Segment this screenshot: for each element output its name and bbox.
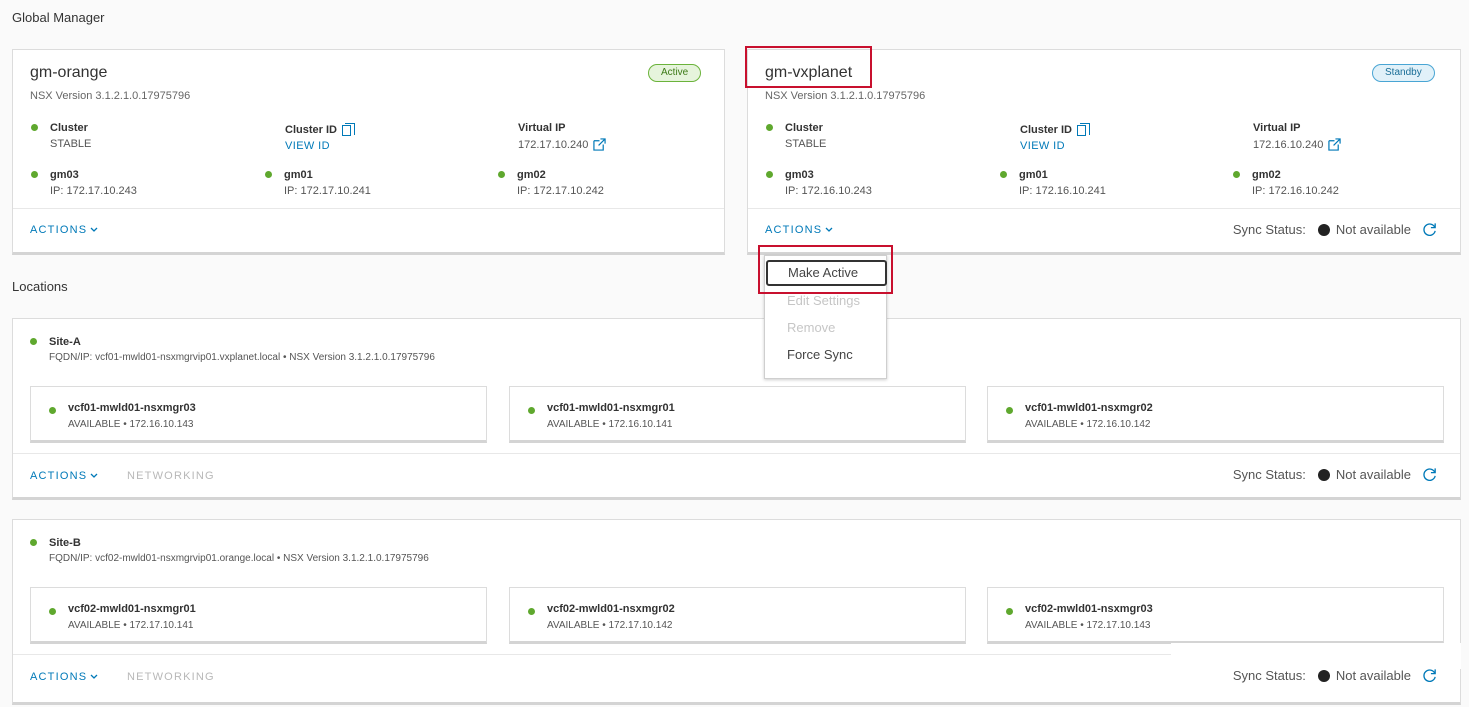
status-dot [30, 539, 37, 546]
divider [748, 208, 1460, 209]
menu-item-edit-settings[interactable]: Edit Settings [787, 293, 860, 308]
node-gm01: gm01 IP: 172.16.10.241 [1000, 169, 1106, 197]
virtual-ip-field: Virtual IP 172.17.10.240 [518, 122, 607, 151]
menu-item-make-active[interactable]: Make Active [766, 260, 887, 286]
nsx-version: NSX Version 3.1.2.1.0.17975796 [765, 90, 926, 102]
virtual-ip-field: Virtual IP 172.16.10.240 [1253, 122, 1342, 151]
chevron-down-icon [825, 227, 833, 232]
networking-tab[interactable]: NETWORKING [127, 470, 215, 482]
node-card: vcf01-mwld01-nsxmgr02 AVAILABLE • 172.16… [987, 386, 1444, 443]
site-name: Site-A [30, 336, 81, 348]
view-id-link[interactable]: VIEW ID [1020, 140, 1086, 152]
status-dot [30, 338, 37, 345]
node-gm03: gm03 IP: 172.16.10.243 [766, 169, 872, 197]
status-dot [1000, 171, 1007, 178]
refresh-icon[interactable] [1421, 466, 1438, 483]
menu-item-remove[interactable]: Remove [787, 320, 835, 335]
refresh-icon[interactable] [1421, 667, 1438, 684]
cluster-id-field: Cluster ID VIEW ID [285, 122, 355, 152]
cluster-field: Cluster STABLE [766, 122, 826, 150]
site-fqdn: FQDN/IP: vcf02-mwld01-nsxmgrvip01.orange… [49, 553, 429, 564]
node-gm01: gm01 IP: 172.17.10.241 [265, 169, 371, 197]
chevron-down-icon [90, 473, 98, 478]
overlay-patch [1171, 643, 1461, 669]
sync-status: Sync Status: Not available [1233, 221, 1438, 238]
status-dot [498, 171, 505, 178]
site-card-b: Site-B FQDN/IP: vcf02-mwld01-nsxmgrvip01… [12, 519, 1461, 705]
menu-item-force-sync[interactable]: Force Sync [787, 347, 853, 362]
status-dot [1006, 407, 1013, 414]
gm-card-orange: gm-orange Active NSX Version 3.1.2.1.0.1… [12, 49, 725, 255]
sync-status: Sync Status: Not available [1233, 466, 1438, 483]
external-link-icon[interactable] [1328, 138, 1342, 151]
gm-name: gm-vxplanet [765, 64, 853, 81]
external-link-icon[interactable] [593, 138, 607, 151]
site-card-a: Site-A FQDN/IP: vcf01-mwld01-nsxmgrvip01… [12, 318, 1461, 500]
sync-status-dot [1317, 669, 1330, 682]
sync-status-dot [1317, 468, 1330, 481]
view-id-link[interactable]: VIEW ID [285, 140, 351, 152]
sync-status: Sync Status: Not available [1233, 667, 1438, 684]
status-dot [1233, 171, 1240, 178]
site-fqdn: FQDN/IP: vcf01-mwld01-nsxmgrvip01.vxplan… [49, 352, 435, 363]
cluster-id-field: Cluster ID VIEW ID [1020, 122, 1090, 152]
site-name: Site-B [30, 537, 81, 549]
status-dot [528, 608, 535, 615]
status-dot [766, 124, 773, 131]
cluster-field: Cluster STABLE [31, 122, 91, 150]
networking-tab[interactable]: NETWORKING [127, 671, 215, 683]
status-dot [49, 608, 56, 615]
gm-card-vxplanet: gm-vxplanet Standby NSX Version 3.1.2.1.… [747, 49, 1461, 255]
status-dot [528, 407, 535, 414]
actions-dropdown[interactable]: ACTIONS [765, 224, 833, 236]
actions-dropdown[interactable]: ACTIONS [30, 224, 98, 236]
node-gm03: gm03 IP: 172.17.10.243 [31, 169, 137, 197]
status-dot [31, 171, 38, 178]
node-card: vcf01-mwld01-nsxmgr03 AVAILABLE • 172.16… [30, 386, 487, 443]
node-card: vcf02-mwld01-nsxmgr03 AVAILABLE • 172.17… [987, 587, 1444, 644]
node-card: vcf01-mwld01-nsxmgr01 AVAILABLE • 172.16… [509, 386, 966, 443]
node-gm02: gm02 IP: 172.17.10.242 [498, 169, 604, 197]
actions-dropdown[interactable]: ACTIONS [30, 671, 98, 683]
nsx-version: NSX Version 3.1.2.1.0.17975796 [30, 90, 191, 102]
node-card: vcf02-mwld01-nsxmgr01 AVAILABLE • 172.17… [30, 587, 487, 644]
divider [13, 453, 1460, 454]
divider [13, 208, 724, 209]
chevron-down-icon [90, 674, 98, 679]
global-manager-title: Global Manager [12, 10, 105, 25]
copy-icon[interactable] [1076, 122, 1090, 136]
gm-name: gm-orange [30, 64, 108, 81]
copy-icon[interactable] [341, 122, 355, 136]
sync-status-dot [1317, 223, 1330, 236]
locations-title: Locations [12, 279, 68, 294]
status-dot [1006, 608, 1013, 615]
node-gm02: gm02 IP: 172.16.10.242 [1233, 169, 1339, 197]
status-dot [31, 124, 38, 131]
chevron-down-icon [90, 227, 98, 232]
actions-menu: Make Active Edit Settings Remove Force S… [764, 255, 887, 379]
refresh-icon[interactable] [1421, 221, 1438, 238]
status-badge: Active [648, 64, 702, 82]
node-card: vcf02-mwld01-nsxmgr02 AVAILABLE • 172.17… [509, 587, 966, 644]
status-badge: Standby [1372, 64, 1435, 82]
actions-dropdown[interactable]: ACTIONS [30, 470, 98, 482]
status-dot [49, 407, 56, 414]
status-dot [766, 171, 773, 178]
status-dot [265, 171, 272, 178]
